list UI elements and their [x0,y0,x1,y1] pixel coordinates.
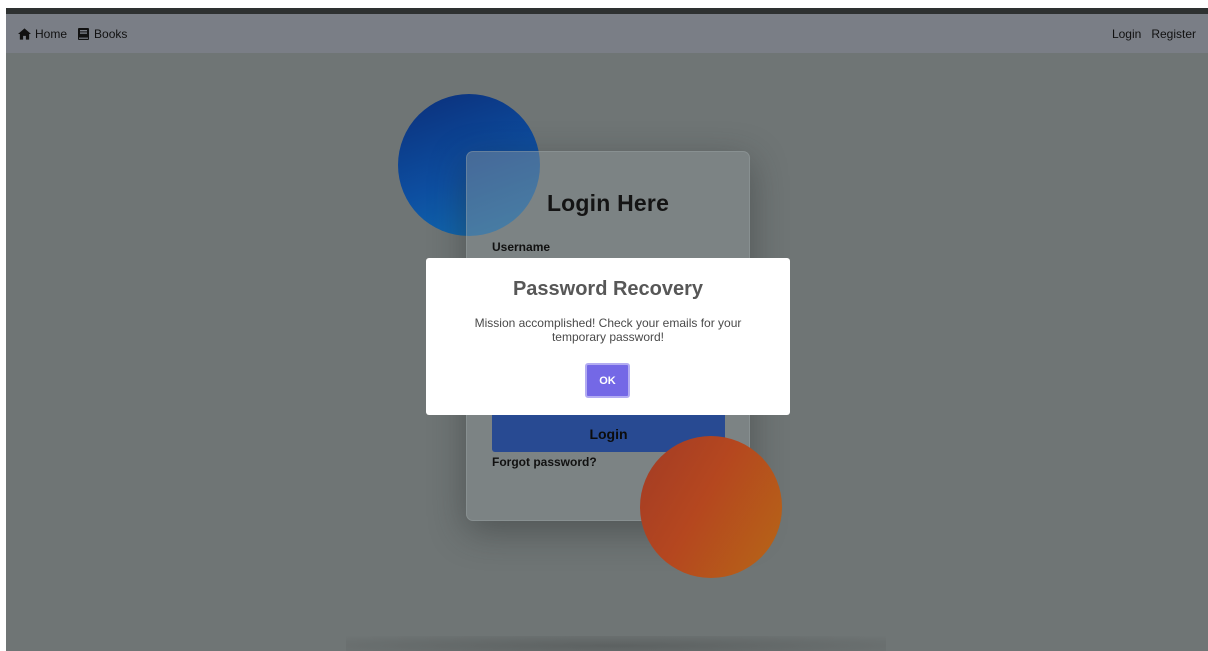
nav-right: Login Register [1112,27,1196,41]
nav-left: Home Books [18,27,127,41]
book-icon [78,27,90,40]
password-recovery-modal: Password Recovery Mission accomplished! … [426,258,790,415]
app-window: Home Books Login Register Login Here Use… [6,8,1208,651]
bottom-shadow [346,636,886,651]
modal-title: Password Recovery [512,278,704,300]
nav-books-link[interactable]: Books [77,27,127,41]
nav-home-link[interactable]: Home [18,27,67,41]
decorative-orange-circle [640,436,782,578]
modal-ok-button[interactable]: OK [585,363,630,398]
login-title: Login Here [546,190,670,216]
navbar: Home Books Login Register [6,14,1208,53]
modal-message: Mission accomplished! Check your emails … [474,316,742,344]
nav-home-label: Home [35,26,68,41]
nav-login-link[interactable]: Login [1112,27,1141,41]
forgot-password-link[interactable]: Forgot password? [492,455,597,469]
nav-books-label: Books [94,26,128,41]
home-icon [18,27,31,40]
username-label: Username [492,240,551,254]
nav-register-link[interactable]: Register [1151,27,1196,41]
